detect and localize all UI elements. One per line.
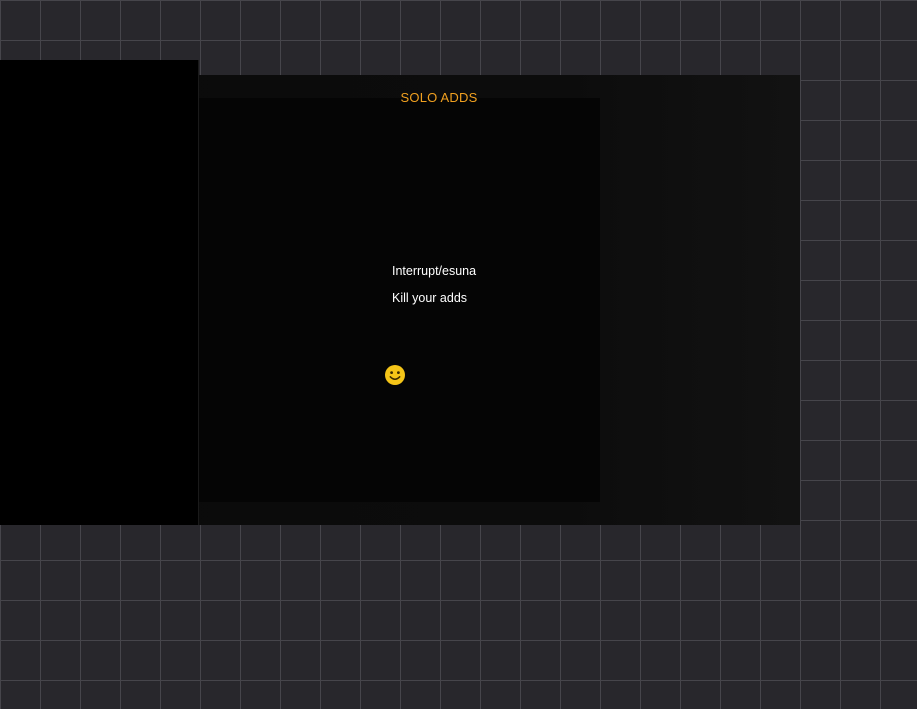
board-title: SOLO ADDS <box>400 90 478 105</box>
left-overlay-panel <box>0 60 199 525</box>
note-line-interrupt[interactable]: Interrupt/esuna <box>392 264 476 278</box>
smiley-face-icon[interactable] <box>384 364 406 386</box>
note-line-kill-adds[interactable]: Kill your adds <box>392 291 467 305</box>
